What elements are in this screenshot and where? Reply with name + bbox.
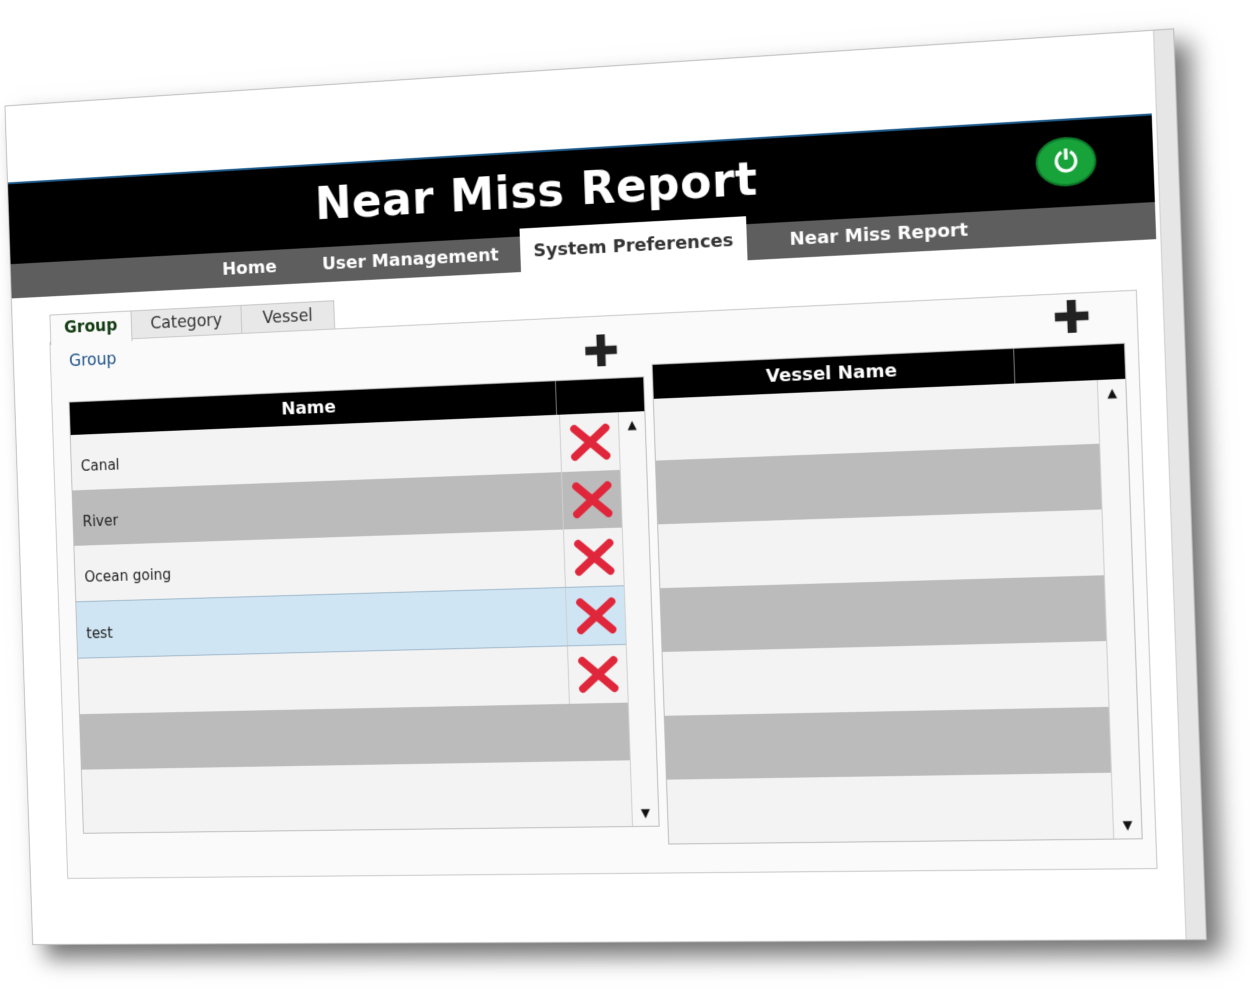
table-row — [81, 760, 633, 826]
group-name-cell: River — [82, 511, 119, 531]
plus-icon: ✚ — [582, 325, 621, 378]
group-name-cell: Ocean going — [84, 565, 172, 586]
delete-row-button[interactable] — [564, 586, 627, 646]
table-row — [660, 575, 1108, 652]
table-row — [664, 706, 1112, 780]
preferences-panel: Group Category Vessel Group ✚ ✚ Name Can… — [49, 289, 1158, 879]
group-name-cell: test — [86, 624, 113, 643]
delete-x-icon — [576, 654, 620, 695]
subtab-vessel[interactable]: Vessel — [240, 300, 336, 334]
scroll-up-icon[interactable]: ▲ — [1098, 385, 1126, 401]
delete-row-button[interactable] — [562, 527, 625, 587]
delete-row-button[interactable] — [560, 469, 623, 530]
delete-row-button[interactable] — [566, 644, 629, 704]
power-icon: ⏻ — [1053, 143, 1079, 179]
table-row — [662, 641, 1110, 716]
table-row — [79, 702, 631, 770]
plus-icon: ✚ — [1051, 290, 1093, 345]
delete-x-icon — [572, 537, 616, 578]
window-scrollbar[interactable] — [1152, 29, 1206, 940]
nav-tab-home[interactable]: Home — [198, 248, 302, 288]
group-grid-body: Canal River Ocean going test — [70, 412, 633, 833]
subtab-group[interactable]: Group — [49, 310, 133, 346]
vessel-grid: Vessel Name ▲ ▼ — [651, 342, 1143, 845]
column-header-actions — [556, 377, 643, 414]
delete-row-button[interactable] — [559, 412, 621, 473]
group-grid: Name Canal River Ocean going test ▲ ▼ — [68, 376, 660, 834]
scroll-down-icon[interactable]: ▼ — [632, 806, 658, 820]
delete-x-icon — [574, 595, 618, 636]
group-name-cell: Canal — [80, 456, 120, 475]
delete-x-icon — [570, 479, 614, 520]
add-vessel-button[interactable]: ✚ — [1052, 291, 1092, 345]
scroll-up-icon[interactable]: ▲ — [619, 417, 645, 432]
subtab-category[interactable]: Category — [130, 304, 243, 339]
subtabs: Group Category Vessel — [49, 300, 336, 346]
delete-x-icon — [568, 422, 612, 463]
column-header-actions — [1014, 344, 1124, 384]
group-name-cell — [87, 658, 89, 714]
vessel-grid-body — [653, 379, 1115, 844]
table-row — [666, 772, 1115, 844]
group-section-label: Group — [68, 349, 117, 371]
scroll-down-icon[interactable]: ▼ — [1114, 818, 1142, 833]
app-window: Near Miss Report ⏻ Home User Management … — [4, 28, 1207, 946]
add-group-button[interactable]: ✚ — [582, 326, 620, 378]
